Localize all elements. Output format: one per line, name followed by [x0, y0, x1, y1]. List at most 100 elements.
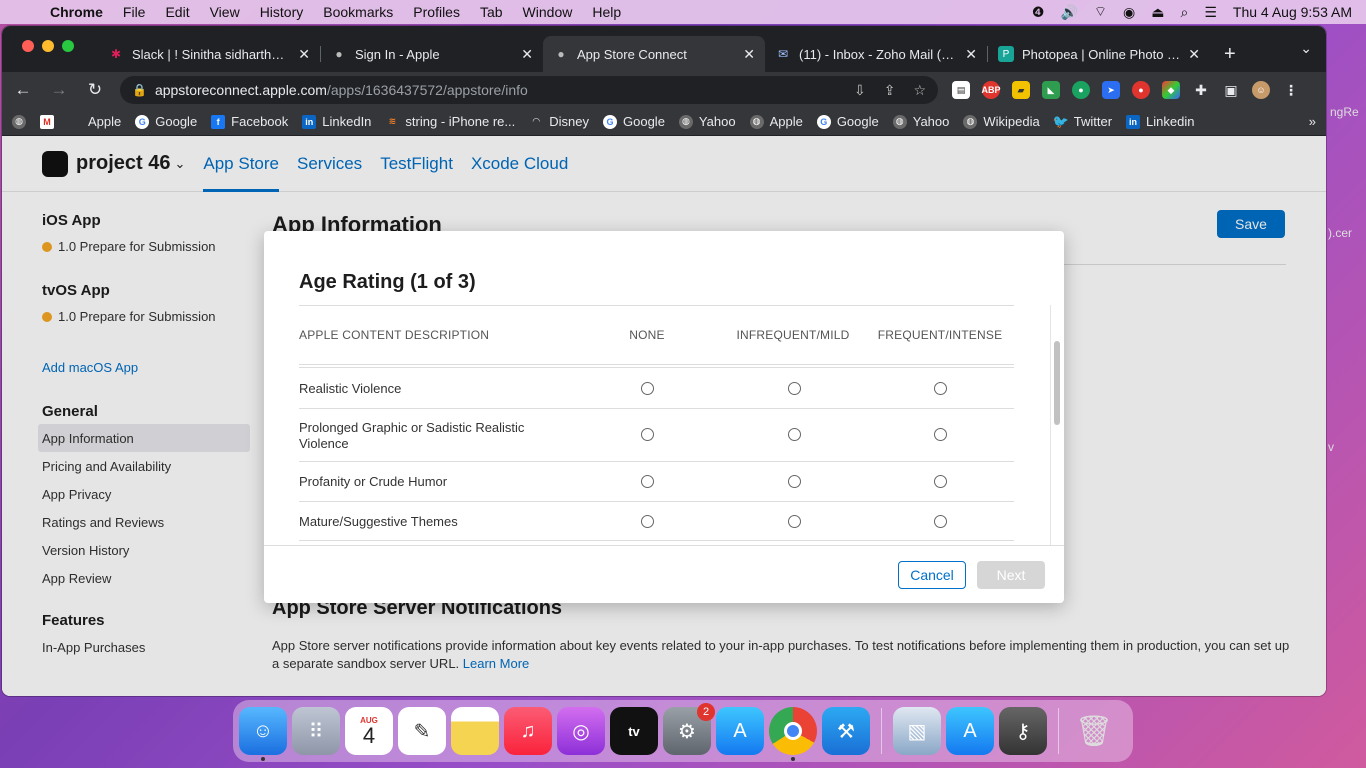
extension-ticket-icon[interactable]: ▰: [1012, 81, 1030, 99]
search-icon[interactable]: ⌕: [1181, 4, 1189, 21]
extension-doc-icon[interactable]: ▤: [952, 81, 970, 99]
extension-color-icon[interactable]: ◆: [1162, 81, 1180, 99]
extension-hangouts-icon[interactable]: ●: [1072, 81, 1090, 99]
menu-view[interactable]: View: [200, 4, 250, 20]
radio-frequent-intense[interactable]: [934, 475, 947, 488]
notification-count-icon[interactable]: ❹: [1032, 4, 1045, 21]
notes-icon[interactable]: [451, 707, 499, 755]
menu-app-name[interactable]: Chrome: [40, 4, 113, 20]
radio-frequent-intense[interactable]: [934, 428, 947, 441]
tab-app-store-connect[interactable]: ● App Store Connect ✕: [543, 36, 765, 72]
apple-tv-icon[interactable]: tv: [610, 707, 658, 755]
reload-icon[interactable]: ↻: [84, 80, 106, 100]
radio-frequent-intense[interactable]: [934, 382, 947, 395]
bookmark-disney[interactable]: ◠ Disney: [529, 114, 589, 129]
bookmark-facebook[interactable]: f Facebook: [211, 114, 288, 129]
system-preferences-icon[interactable]: ⚙ 2: [663, 703, 715, 755]
tab-slack[interactable]: ✱ Slack | ! Sinitha sidharthan | ✕: [98, 36, 320, 72]
eject-icon[interactable]: ⏏: [1151, 4, 1164, 21]
xcode-icon[interactable]: ⚒: [822, 707, 870, 755]
bookmark-linkedin-2[interactable]: in Linkedin: [1126, 114, 1194, 129]
bookmark-string-iphone[interactable]: ≋ string - iPhone re...: [385, 114, 516, 129]
close-tab-icon[interactable]: ✕: [743, 46, 755, 63]
user-icon[interactable]: ◉: [1123, 4, 1135, 21]
close-tab-icon[interactable]: ✕: [298, 46, 310, 63]
back-icon[interactable]: ←: [12, 80, 34, 100]
menu-edit[interactable]: Edit: [155, 4, 199, 20]
extension-send-icon[interactable]: ➤: [1102, 81, 1120, 99]
podcasts-icon[interactable]: ◎: [557, 707, 605, 755]
menu-help[interactable]: Help: [582, 4, 631, 20]
volume-icon[interactable]: 🔊: [1060, 4, 1077, 21]
xcode-simulator-icon[interactable]: A: [946, 707, 994, 755]
close-tab-icon[interactable]: ✕: [1188, 46, 1200, 63]
new-tab-button[interactable]: +: [1210, 36, 1250, 72]
calendar-icon[interactable]: AUG 4: [345, 707, 393, 755]
radio-none[interactable]: [641, 475, 654, 488]
bookmark-google[interactable]: G Google: [135, 114, 197, 129]
forward-icon[interactable]: →: [48, 80, 70, 100]
modal-scrollbar[interactable]: [1050, 305, 1062, 545]
menu-bookmarks[interactable]: Bookmarks: [313, 4, 403, 20]
bookmark-linkedin[interactable]: in LinkedIn: [302, 114, 371, 129]
bookmark-wikipedia[interactable]: ◍ Wikipedia: [963, 114, 1040, 129]
bookmark-yahoo[interactable]: ◍ Yahoo: [678, 114, 736, 129]
preview-icon[interactable]: ▧: [893, 707, 941, 755]
chrome-icon[interactable]: [769, 707, 817, 761]
share-icon[interactable]: ⇪: [884, 82, 896, 99]
bookmark-yahoo-2[interactable]: ◍ Yahoo: [892, 114, 949, 129]
menu-window[interactable]: Window: [513, 4, 583, 20]
bookmark-star-icon[interactable]: ☆: [913, 82, 926, 99]
zoom-window-button[interactable]: [62, 40, 74, 52]
keychain-icon[interactable]: ⚷: [999, 707, 1047, 755]
extension-record-icon[interactable]: ●: [1132, 81, 1150, 99]
bookmark-google-2[interactable]: G Google: [603, 114, 665, 129]
extension-green-icon[interactable]: ◣: [1042, 81, 1060, 99]
sidebar-toggle-icon[interactable]: ▣: [1222, 81, 1240, 99]
music-icon[interactable]: ♫: [504, 707, 552, 755]
tab-sign-in-apple[interactable]: ● Sign In - Apple ✕: [321, 36, 543, 72]
control-center-icon[interactable]: ☰: [1204, 4, 1217, 21]
finder-icon[interactable]: ☺: [239, 707, 287, 761]
menu-profiles[interactable]: Profiles: [403, 4, 470, 20]
install-app-icon[interactable]: ⇩: [854, 82, 866, 99]
close-tab-icon[interactable]: ✕: [965, 46, 977, 63]
radio-none[interactable]: [641, 382, 654, 395]
tab-zoho-mail[interactable]: ✉ (11) - Inbox - Zoho Mail (affi ✕: [765, 36, 987, 72]
radio-infrequent-mild[interactable]: [788, 382, 801, 395]
bookmark-gmail-icon[interactable]: M: [40, 114, 54, 129]
browser-menu-icon[interactable]: ⋮: [1282, 81, 1300, 99]
radio-none[interactable]: [641, 428, 654, 441]
lock-icon[interactable]: 🔒: [132, 83, 147, 97]
radio-infrequent-mild[interactable]: [788, 515, 801, 528]
trash-icon[interactable]: 🗑: [1070, 707, 1118, 755]
scrollbar-thumb[interactable]: [1054, 341, 1060, 425]
radio-none[interactable]: [641, 515, 654, 528]
adblock-icon[interactable]: ABP: [982, 81, 1001, 99]
radio-infrequent-mild[interactable]: [788, 428, 801, 441]
tab-search-chevron-icon[interactable]: ⌄: [1300, 40, 1312, 57]
cancel-button[interactable]: Cancel: [898, 561, 966, 589]
menu-tab[interactable]: Tab: [470, 4, 513, 20]
tab-photopea[interactable]: P Photopea | Online Photo Edi ✕: [988, 36, 1210, 72]
extensions-puzzle-icon[interactable]: ✚: [1192, 81, 1210, 99]
minimize-window-button[interactable]: [42, 40, 54, 52]
menu-file[interactable]: File: [113, 4, 156, 20]
address-bar[interactable]: 🔒 appstoreconnect.apple.com/apps/1636437…: [120, 76, 938, 104]
wifi-icon[interactable]: ⌔: [1094, 3, 1107, 21]
bookmark-google-3[interactable]: G Google: [816, 114, 879, 129]
radio-infrequent-mild[interactable]: [788, 475, 801, 488]
menu-clock[interactable]: Thu 4 Aug 9:53 AM: [1233, 4, 1352, 20]
bookmark-apple[interactable]: Apple: [68, 114, 121, 129]
launchpad-icon[interactable]: ⠿: [292, 707, 340, 755]
bookmark-globe-icon[interactable]: ◍: [12, 114, 26, 129]
menu-history[interactable]: History: [250, 4, 314, 20]
profile-avatar[interactable]: ☺: [1252, 81, 1270, 99]
close-tab-icon[interactable]: ✕: [521, 46, 533, 63]
close-window-button[interactable]: [22, 40, 34, 52]
app-store-icon[interactable]: A: [716, 707, 764, 755]
bookmarks-overflow-icon[interactable]: »: [1309, 114, 1316, 129]
radio-frequent-intense[interactable]: [934, 515, 947, 528]
bookmark-apple-2[interactable]: ◍ Apple: [749, 114, 803, 129]
next-button[interactable]: Next: [977, 561, 1045, 589]
